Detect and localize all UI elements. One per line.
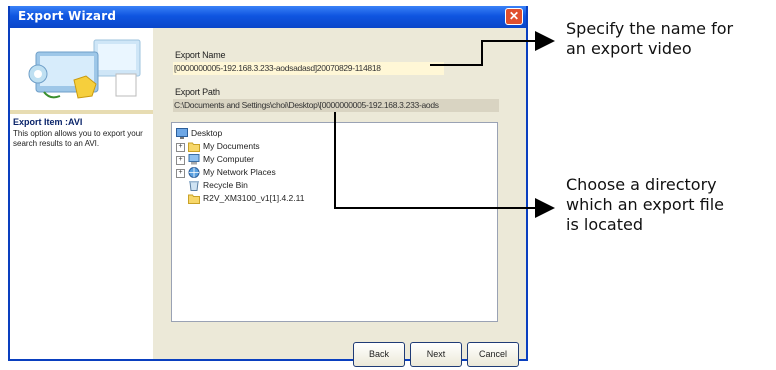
annotation-line: which an export file [566,195,725,214]
export-name-callout-line [430,31,555,66]
annotation-line: an export video [566,39,692,58]
export-name-annotation: Specify the name for an export video [566,19,733,59]
export-path-annotation: Choose a directory which an export file … [566,175,724,235]
annotation-line: is located [566,215,643,234]
annotation-line: Choose a directory [566,175,717,194]
export-path-callout-line [334,112,555,218]
annotation-line: Specify the name for [566,19,734,38]
